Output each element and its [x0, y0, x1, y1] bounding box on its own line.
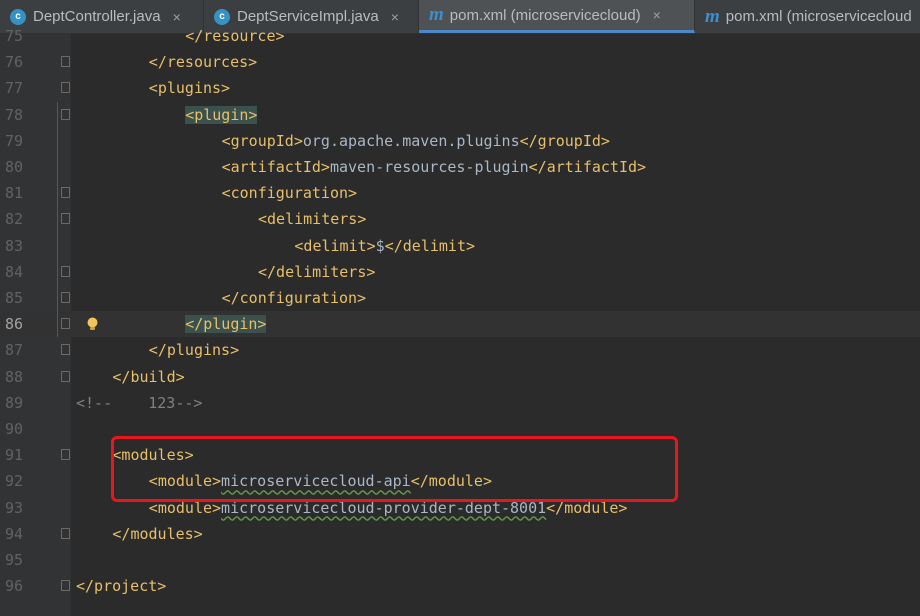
indent-guide [57, 101, 58, 338]
fold-end-icon[interactable] [61, 56, 70, 68]
line-number: 75 [4, 27, 23, 45]
code-line[interactable]: 96 </project> [0, 573, 920, 599]
annotation-highlight-box [111, 436, 678, 502]
code-line[interactable]: 76 </resources> [0, 49, 920, 75]
code-line[interactable]: 78 <plugin> [0, 102, 920, 128]
fold-end-icon[interactable] [61, 344, 70, 356]
line-number: 87 [4, 341, 23, 360]
code-line[interactable]: 80 <artifactId>maven-resources-plugin</ar… [0, 154, 920, 180]
fold-expand-icon[interactable] [61, 213, 70, 225]
line-number: 88 [4, 367, 23, 386]
fold-expand-icon[interactable] [61, 108, 70, 120]
code-text: </build> [112, 367, 185, 386]
code-line[interactable]: 77 <plugins> [0, 75, 920, 101]
lightbulb-icon[interactable] [86, 317, 99, 331]
line-number: 92 [4, 472, 23, 491]
code-line[interactable]: 87 </plugins> [0, 337, 920, 363]
code-text: <groupId>org.apache.maven.plugins</group… [221, 131, 610, 150]
code-text: </delimiters> [258, 262, 376, 281]
code-line[interactable]: 79 <groupId>org.apache.maven.plugins</gro… [0, 128, 920, 154]
close-icon[interactable]: × [653, 7, 661, 23]
line-number: 94 [4, 524, 23, 543]
fold-end-icon[interactable] [61, 370, 70, 382]
line-number: 91 [4, 446, 23, 465]
code-line[interactable]: 83 <delimit>$</delimit> [0, 233, 920, 259]
line-number: 82 [4, 210, 23, 229]
code-line[interactable]: 95 [0, 547, 920, 573]
code-text: <configuration> [221, 184, 358, 203]
line-number: 83 [4, 236, 23, 255]
code-text: </plugins> [148, 341, 240, 360]
code-text: </plugin> [185, 315, 267, 334]
code-line[interactable]: 94 </modules> [0, 521, 920, 547]
line-number: 95 [4, 551, 23, 569]
code-line[interactable]: 89 <!-- 123--> [0, 390, 920, 416]
fold-end-icon[interactable] [61, 527, 70, 539]
fold-expand-icon[interactable] [61, 449, 70, 461]
fold-end-icon[interactable] [61, 318, 70, 330]
fold-end-icon[interactable] [61, 292, 70, 303]
code-text: </project> [76, 577, 167, 596]
code-text: </modules> [112, 524, 203, 543]
code-text: </resource> [185, 27, 285, 45]
code-text: <delimit>$</delimit> [294, 236, 476, 255]
code-text: <!-- 123--> [76, 393, 203, 412]
line-number: 78 [4, 105, 23, 124]
code-text: <artifactId>maven-resources-plugin</arti… [221, 158, 647, 176]
line-number: 96 [4, 577, 23, 596]
code-text: <delimiters> [258, 210, 367, 229]
line-number: 89 [4, 393, 23, 412]
code-line[interactable]: 88 </build> [0, 364, 920, 390]
line-number: 93 [4, 498, 23, 517]
code-line[interactable]: 84 </delimiters> [0, 259, 920, 285]
code-line[interactable]: 81 <configuration> [0, 180, 920, 206]
line-number: 76 [4, 53, 23, 72]
line-number: 86 [4, 315, 23, 334]
line-number: 77 [4, 79, 23, 98]
code-line[interactable]: 75 </resource> [0, 23, 920, 49]
code-line[interactable]: 82 <delimiters> [0, 206, 920, 232]
fold-expand-icon[interactable] [61, 82, 70, 94]
tab-label: pom.xml (microservicecloud) [449, 6, 641, 24]
fold-end-icon[interactable] [61, 265, 70, 277]
line-number: 79 [4, 131, 23, 150]
code-line[interactable]: 85 </configuration> [0, 285, 920, 311]
code-line[interactable]: 86 </plugin> [0, 311, 920, 338]
line-number: 81 [4, 184, 23, 203]
code-text: </configuration> [221, 289, 367, 307]
line-number: 90 [4, 420, 23, 438]
code-text: <plugin> [185, 105, 258, 124]
line-number: 84 [4, 262, 23, 281]
line-number: 80 [4, 158, 23, 176]
fold-expand-icon[interactable] [61, 187, 70, 199]
code-text: </resources> [148, 53, 258, 72]
code-text: <plugins> [148, 79, 231, 98]
line-number: 85 [4, 289, 23, 307]
fold-end-icon[interactable] [61, 580, 70, 592]
